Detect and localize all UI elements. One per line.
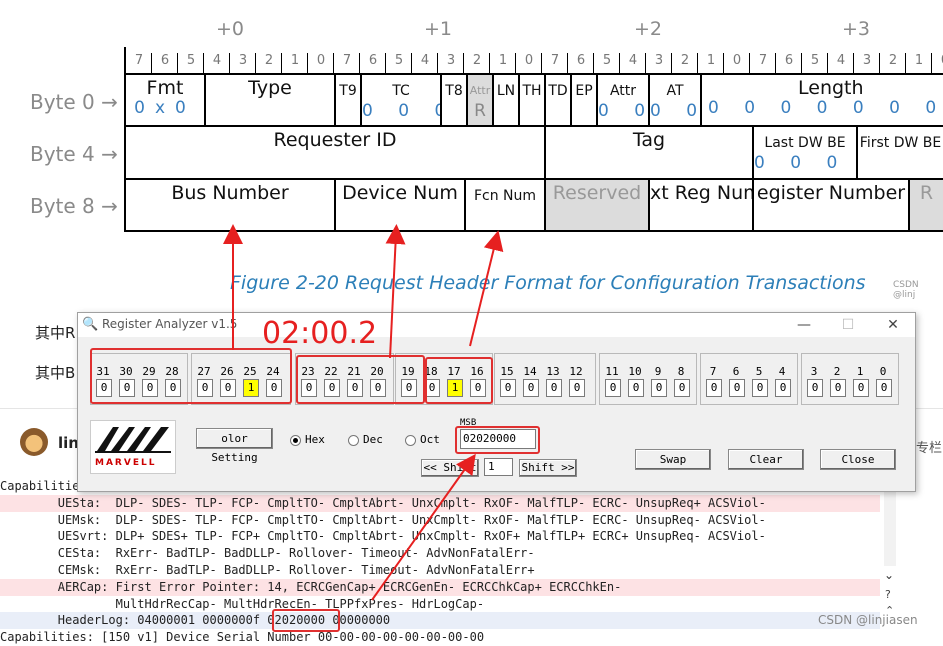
arrow-to-device-num [385, 224, 406, 359]
arrow-to-headerlog [371, 453, 476, 601]
annotation-arrows [223, 224, 504, 601]
arrow-to-fcn-num [469, 230, 504, 347]
